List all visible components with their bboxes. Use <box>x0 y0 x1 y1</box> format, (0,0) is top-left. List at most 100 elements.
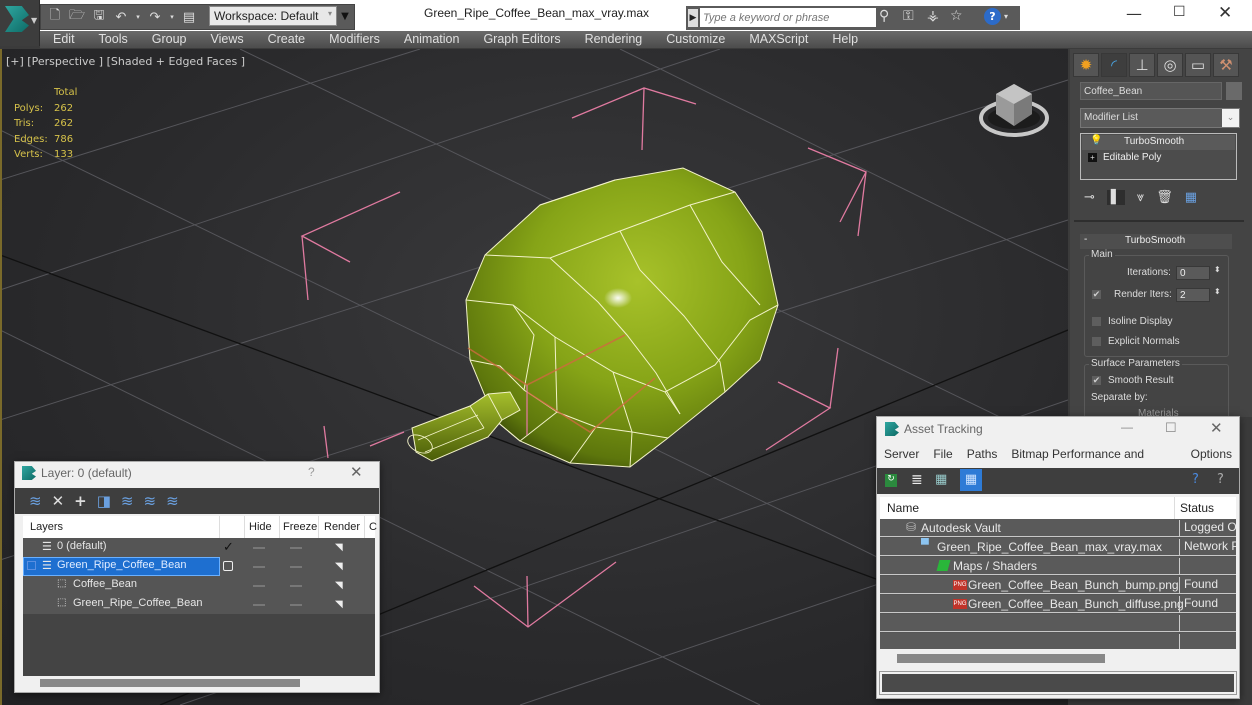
remove-modifier-icon[interactable]: 🗑 <box>1156 190 1173 205</box>
explicit-normals-checkbox[interactable] <box>1091 336 1102 347</box>
display-tab-icon[interactable]: ▭ <box>1185 53 1211 77</box>
scrollbar-thumb[interactable] <box>40 679 300 687</box>
object-color-swatch[interactable] <box>1226 82 1242 100</box>
object-row[interactable]: ⬚ Coffee_Bean ◥ <box>23 576 375 595</box>
configure-sets-icon[interactable]: ▦ <box>1185 190 1197 205</box>
menu-customize[interactable]: Customize <box>653 31 725 48</box>
open-folder-icon[interactable]: 🗁 <box>69 8 85 25</box>
save-icon[interactable]: 🖫 <box>91 8 107 25</box>
utilities-tab-icon[interactable]: ⚒ <box>1213 53 1239 77</box>
scrollbar-thumb[interactable] <box>897 654 1105 663</box>
set-current-layer-icon[interactable]: ≋ <box>144 492 157 510</box>
list-view-icon[interactable]: ≣ <box>911 472 923 488</box>
hierarchy-tab-icon[interactable]: ⊥ <box>1129 53 1155 77</box>
column-freeze[interactable]: Freeze <box>283 521 317 533</box>
render-teapot-icon[interactable]: ◥ <box>335 599 343 610</box>
make-unique-icon[interactable]: ⩔ <box>1137 190 1144 205</box>
menu-graph-editors[interactable]: Graph Editors <box>470 31 560 48</box>
hide-toggle[interactable] <box>253 604 265 606</box>
maximize-button[interactable]: ☐ <box>1165 420 1177 436</box>
layer-row[interactable]: ☰ Green_Ripe_Coffee_Bean ◥ <box>23 557 375 576</box>
render-teapot-icon[interactable]: ◥ <box>335 561 343 572</box>
menu-edit[interactable]: Edit <box>40 31 75 48</box>
object-name-field[interactable] <box>1080 82 1222 100</box>
search-expand-icon[interactable]: ▶ <box>688 9 698 27</box>
iterations-spinner[interactable]: 0 <box>1176 266 1210 280</box>
stack-item-editable-poly[interactable]: + Editable Poly <box>1082 151 1235 166</box>
column-c[interactable]: C <box>369 521 377 533</box>
help-button[interactable]: ? <box>308 465 315 479</box>
render-iters-spinner[interactable]: 2 <box>1176 288 1210 302</box>
menu-options[interactable]: Options <box>1184 444 1239 464</box>
context-help-icon[interactable]: ? <box>1217 472 1224 487</box>
binoculars-icon[interactable]: ⚲ <box>879 8 889 24</box>
menu-tools[interactable]: Tools <box>86 31 128 48</box>
pin-stack-icon[interactable]: ⊸ <box>1084 190 1095 205</box>
collapse-icon[interactable] <box>27 561 36 570</box>
close-button[interactable]: ✕ <box>350 463 363 481</box>
column-hide[interactable]: Hide <box>249 521 272 533</box>
help-query-icon[interactable]: ? <box>1192 472 1199 487</box>
show-end-result-icon[interactable]: ▌ <box>1106 189 1125 205</box>
hide-toggle[interactable] <box>253 585 265 587</box>
satellite-icon[interactable]: ⚶ <box>927 8 939 24</box>
modify-tab-icon[interactable]: ◜ <box>1101 53 1127 77</box>
stack-item-turbosmooth[interactable]: 💡 TurboSmooth <box>1082 135 1235 150</box>
object-row[interactable]: ⬚ Green_Ripe_Coffee_Bean ◥ <box>23 595 375 614</box>
help-icon[interactable]: ? <box>984 8 1001 25</box>
asset-row[interactable]: Maps / Shaders <box>880 557 1236 575</box>
app-menu-button[interactable]: ▼ <box>0 0 40 46</box>
select-layer-icon[interactable]: ≋ <box>121 492 134 510</box>
menu-server[interactable]: Server <box>877 444 926 464</box>
menu-modifiers[interactable]: Modifiers <box>316 31 380 48</box>
undo-icon[interactable]: ↶ <box>113 9 129 25</box>
delete-icon[interactable]: ✕ <box>52 492 65 510</box>
column-render[interactable]: Render <box>324 521 360 533</box>
workspace-dropdown[interactable]: Workspace: Default ▾ <box>209 6 337 26</box>
isoline-display-checkbox[interactable] <box>1091 316 1102 327</box>
chevron-down-icon[interactable]: ⌄ <box>1222 109 1239 127</box>
menu-animation[interactable]: Animation <box>391 31 460 48</box>
column-layers[interactable]: Layers <box>30 521 63 533</box>
render-teapot-icon[interactable]: ◥ <box>335 542 343 553</box>
expand-icon[interactable]: + <box>1088 153 1097 162</box>
redo-dropdown-icon[interactable]: ▾ <box>169 9 175 25</box>
render-teapot-icon[interactable]: ◥ <box>335 580 343 591</box>
search-input[interactable] <box>700 8 876 27</box>
hide-toggle[interactable] <box>253 547 265 549</box>
asset-row[interactable]: PNG Green_Coffee_Bean_Bunch_diffuse.png … <box>880 595 1236 613</box>
table-view-icon[interactable]: ▦ <box>960 469 982 491</box>
minimize-button[interactable]: — <box>1126 4 1142 23</box>
active-layer-checkmark-icon[interactable]: ✓ <box>223 539 234 555</box>
refresh-icon[interactable]: ↻ <box>885 474 897 487</box>
column-name[interactable]: Name <box>887 501 919 515</box>
asset-row[interactable]: ▀ Green_Ripe_Coffee_Bean_max_vray.max Ne… <box>880 538 1236 556</box>
menu-help[interactable]: Help <box>819 31 858 48</box>
turbosmooth-rollout-header[interactable]: - TurboSmooth <box>1080 234 1232 249</box>
motion-tab-icon[interactable]: ◎ <box>1157 53 1183 77</box>
modifier-list-dropdown[interactable]: Modifier List <box>1080 108 1240 128</box>
menu-views[interactable]: Views <box>197 31 243 48</box>
maximize-button[interactable]: ☐ <box>1173 4 1186 20</box>
menu-create[interactable]: Create <box>255 31 306 48</box>
add-to-layer-icon[interactable]: + <box>74 492 87 510</box>
star-icon[interactable]: ☆ <box>950 8 963 24</box>
horizontal-scrollbar[interactable] <box>23 676 375 690</box>
close-button[interactable]: ✕ <box>1210 419 1223 437</box>
redo-icon[interactable]: ↷ <box>147 9 163 25</box>
new-file-icon[interactable]: 🗋 <box>47 8 63 25</box>
freeze-toggle[interactable] <box>290 604 302 606</box>
menu-group[interactable]: Group <box>139 31 187 48</box>
asset-row[interactable]: PNG Green_Coffee_Bean_Bunch_bump.png Fou… <box>880 576 1236 594</box>
hide-toggle[interactable] <box>253 566 265 568</box>
viewport-label-menu[interactable]: [+] [Perspective ] [Shaded + Edged Faces… <box>6 55 245 68</box>
menu-paths[interactable]: Paths <box>960 444 1005 464</box>
column-status[interactable]: Status <box>1180 501 1214 515</box>
select-objects-icon[interactable]: ◨ <box>97 492 111 510</box>
menu-rendering[interactable]: Rendering <box>572 31 643 48</box>
chevron-down-icon[interactable]: ▾ <box>1004 12 1008 21</box>
create-tab-icon[interactable]: ✹ <box>1073 53 1099 77</box>
freeze-toggle[interactable] <box>290 547 302 549</box>
key-icon[interactable]: ⚿ <box>903 8 914 24</box>
layer-settings-icon[interactable]: ≋ <box>166 492 179 510</box>
